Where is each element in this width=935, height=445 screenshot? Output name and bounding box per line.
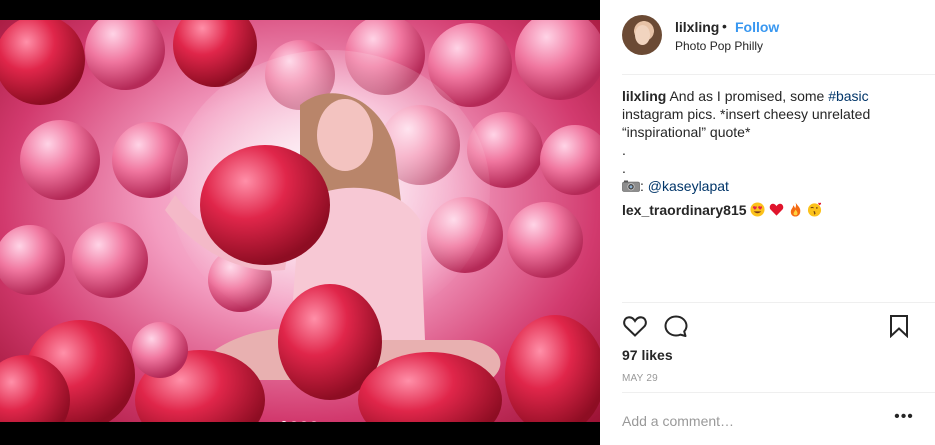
actions-divider (622, 302, 935, 303)
post-media (0, 0, 600, 445)
carousel-dot[interactable] (291, 421, 297, 422)
credit-mention[interactable]: @kaseylapat (648, 178, 729, 194)
more-options-button[interactable]: ••• (893, 409, 915, 430)
comment-icon[interactable] (663, 314, 689, 338)
add-comment-input[interactable] (622, 410, 882, 432)
avatar[interactable] (622, 15, 662, 55)
balloon-photo-illustration (0, 20, 600, 422)
post-photo[interactable] (0, 20, 600, 422)
comments-section: lilxling And as I promised, some #basic … (622, 87, 912, 219)
red-heart-emoji-icon (770, 203, 784, 216)
carousel-indicator (281, 421, 317, 422)
kiss-emoji-icon (808, 202, 822, 217)
post-date[interactable]: MAY 29 (622, 373, 658, 384)
caption-credit: : @kaseylapat (622, 177, 912, 195)
header-username[interactable]: lilxling (675, 19, 719, 35)
heart-eyes-emoji-icon (750, 202, 765, 217)
likes-count[interactable]: 97 likes (622, 347, 673, 363)
caption-hashtag[interactable]: #basic (828, 88, 868, 104)
header-separator: • (722, 18, 727, 34)
comment-divider (622, 392, 935, 393)
camera-icon (622, 180, 640, 192)
caption-username[interactable]: lilxling (622, 88, 666, 104)
carousel-dot[interactable] (301, 421, 307, 422)
caption: lilxling And as I promised, some #basic … (622, 87, 912, 195)
caption-dot-line: . (622, 160, 626, 176)
comment-username[interactable]: lex_traordinary815 (622, 202, 747, 218)
heart-icon[interactable] (622, 314, 648, 338)
follow-button[interactable]: Follow (735, 19, 779, 35)
caption-text-2: instagram pics. *insert cheesy unrelated… (622, 106, 871, 140)
comment-item: lex_traordinary815 (622, 201, 912, 219)
action-bar (622, 314, 917, 338)
caption-text-1: And as I promised, some (666, 88, 829, 104)
post-header: lilxling • Follow Photo Pop Philly (600, 0, 935, 74)
fire-emoji-icon (791, 202, 801, 217)
carousel-dot[interactable] (281, 421, 287, 422)
credit-prefix: : (640, 178, 648, 194)
caption-dot-line: . (622, 142, 626, 158)
header-divider (622, 74, 935, 75)
carousel-dot[interactable] (311, 421, 317, 422)
bookmark-icon[interactable] (888, 314, 910, 338)
post-side-panel: lilxling • Follow Photo Pop Philly lilxl… (600, 0, 935, 445)
location-link[interactable]: Photo Pop Philly (675, 39, 763, 53)
